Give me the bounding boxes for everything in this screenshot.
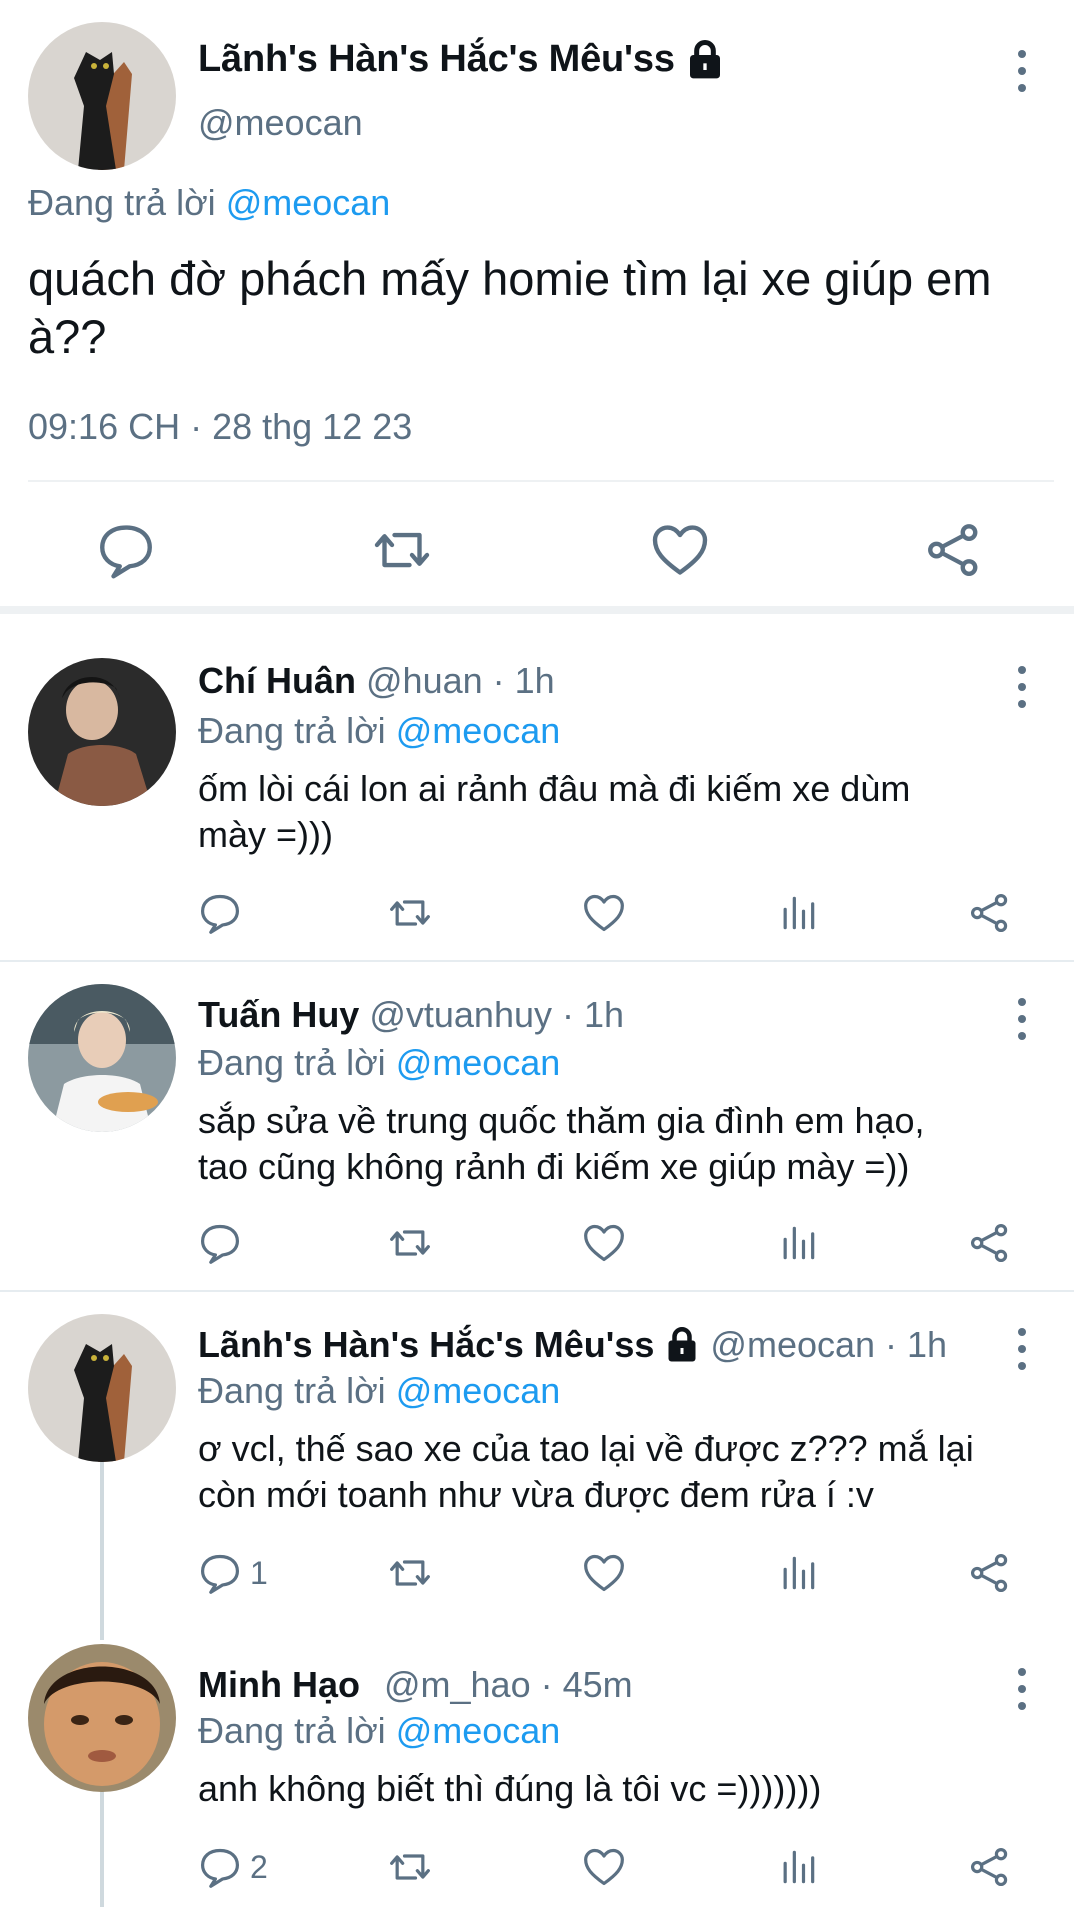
more-options-icon[interactable]: [1012, 666, 1032, 708]
person-avatar-image: [28, 984, 176, 1132]
dot-separator: ·: [885, 1324, 898, 1365]
time-ago: 1h: [907, 1324, 948, 1365]
lock-icon: [664, 1327, 700, 1363]
reply-tweet[interactable]: Minh Hạo @m_hao · 45m Đang trả lời @meoc…: [0, 1632, 1074, 1907]
share-icon[interactable]: [968, 1550, 1012, 1596]
reply-icon: [200, 1554, 240, 1594]
action-bar: [198, 890, 1018, 936]
avatar[interactable]: [28, 1314, 176, 1462]
tweet-text: ơ vcl, thế sao xe của tao lại về được z?…: [198, 1428, 974, 1515]
main-tweet: Lãnh's Hàn's Hắc's Mêu'ss @meocan Đang t…: [0, 0, 1074, 614]
like-icon[interactable]: [582, 890, 626, 936]
mention-link[interactable]: @meocan: [226, 182, 391, 223]
reply-header: Lãnh's Hàn's Hắc's Mêu'ss @meocan · 1h: [198, 1324, 947, 1366]
share-icon[interactable]: [924, 520, 984, 580]
cat-avatar-image: [28, 22, 176, 170]
reply-header: Tuấn Huy @vtuanhuy · 1h: [198, 994, 624, 1036]
more-options-icon[interactable]: [1012, 50, 1032, 92]
replying-to: Đang trả lời @meocan: [198, 710, 561, 751]
replying-to: Đang trả lời @meocan: [28, 182, 391, 223]
display-name[interactable]: Chí Huân: [198, 660, 356, 702]
avatar[interactable]: [28, 984, 176, 1132]
analytics-icon[interactable]: [776, 1550, 820, 1596]
timestamp: 09:16 CH · 28 thg 12 23: [28, 406, 413, 447]
avatar[interactable]: [28, 1644, 176, 1792]
handle[interactable]: @meocan: [710, 1324, 875, 1366]
display-name[interactable]: Lãnh's Hàn's Hắc's Mêu'ss: [198, 38, 725, 81]
avatar[interactable]: [28, 658, 176, 806]
like-icon[interactable]: [582, 1844, 626, 1890]
reply-icon: [200, 1848, 240, 1888]
handle[interactable]: @huan: [366, 660, 483, 702]
time-ago: 45m: [562, 1664, 633, 1705]
replying-to: Đang trả lời @meocan: [198, 1042, 561, 1083]
share-icon[interactable]: [968, 1844, 1012, 1890]
action-bar: [198, 1220, 1018, 1266]
reply-tweet[interactable]: Chí Huân @huan · 1h Đang trả lời @meocan…: [0, 614, 1074, 960]
tweet-text: sắp sửa về trung quốc thăm gia đình em h…: [198, 1100, 925, 1187]
divider: [28, 480, 1054, 482]
reply-tweet[interactable]: Lãnh's Hàn's Hắc's Mêu'ss @meocan · 1h Đ…: [0, 1292, 1074, 1632]
tweet-text: quách đờ phách mấy homie tìm lại xe giúp…: [28, 252, 992, 363]
reply-button[interactable]: [198, 1220, 250, 1266]
analytics-icon[interactable]: [776, 890, 820, 936]
tweet-text: ốm lòi cái lon ai rảnh đâu mà đi kiếm xe…: [198, 768, 911, 855]
time-ago: 1h: [584, 994, 625, 1035]
like-icon[interactable]: [582, 1220, 626, 1266]
person-avatar-image: [28, 658, 176, 806]
display-name[interactable]: Minh Hạo: [198, 1664, 360, 1706]
cat-avatar-image: [28, 1314, 176, 1462]
retweet-icon[interactable]: [388, 890, 432, 936]
replying-to: Đang trả lời @meocan: [198, 1370, 561, 1411]
handle[interactable]: @m_hao: [384, 1664, 531, 1706]
reply-button[interactable]: [198, 890, 250, 936]
display-name[interactable]: Tuấn Huy: [198, 994, 359, 1036]
tweet-text: anh không biết thì đúng là tôi vc =)))))…: [198, 1768, 822, 1809]
analytics-icon[interactable]: [776, 1844, 820, 1890]
reply-icon[interactable]: [96, 520, 156, 580]
reply-count: 1: [250, 1554, 268, 1591]
more-options-icon[interactable]: [1012, 1668, 1032, 1710]
share-icon[interactable]: [968, 890, 1012, 936]
handle[interactable]: @meocan: [198, 102, 363, 144]
avatar[interactable]: [28, 22, 176, 170]
retweet-icon[interactable]: [388, 1550, 432, 1596]
action-bar: 1: [198, 1550, 1018, 1596]
retweet-icon[interactable]: [388, 1220, 432, 1266]
retweet-icon[interactable]: [372, 520, 432, 580]
handle[interactable]: @vtuanhuy: [369, 994, 552, 1036]
like-icon[interactable]: [650, 520, 710, 580]
child-avatar-image: [28, 1644, 176, 1792]
analytics-icon[interactable]: [776, 1220, 820, 1266]
reply-button[interactable]: 2: [198, 1844, 268, 1890]
mention-link[interactable]: @meocan: [396, 1710, 561, 1751]
reply-icon: [200, 1224, 240, 1264]
reply-header: Chí Huân @huan · 1h: [198, 660, 555, 702]
reply-header: Minh Hạo @m_hao · 45m: [198, 1664, 633, 1706]
mention-link[interactable]: @meocan: [396, 1370, 561, 1411]
more-options-icon[interactable]: [1012, 1328, 1032, 1370]
reply-button[interactable]: 1: [198, 1550, 268, 1596]
time-ago: 1h: [514, 660, 555, 701]
replying-to: Đang trả lời @meocan: [198, 1710, 561, 1751]
reply-icon: [200, 894, 240, 934]
mention-link[interactable]: @meocan: [396, 1042, 561, 1083]
display-name[interactable]: Lãnh's Hàn's Hắc's Mêu'ss: [198, 1324, 654, 1366]
lock-icon: [689, 39, 720, 78]
dot-separator: ·: [540, 1664, 553, 1705]
dot-separator: ·: [562, 994, 574, 1035]
share-icon[interactable]: [968, 1220, 1012, 1266]
retweet-icon[interactable]: [388, 1844, 432, 1890]
reply-tweet[interactable]: Tuấn Huy @vtuanhuy · 1h Đang trả lời @me…: [0, 962, 1074, 1290]
action-bar: 2: [198, 1844, 1018, 1890]
dot-separator: ·: [492, 660, 505, 701]
more-options-icon[interactable]: [1012, 998, 1032, 1040]
mention-link[interactable]: @meocan: [396, 710, 561, 751]
reply-count: 2: [250, 1848, 268, 1885]
like-icon[interactable]: [582, 1550, 626, 1596]
